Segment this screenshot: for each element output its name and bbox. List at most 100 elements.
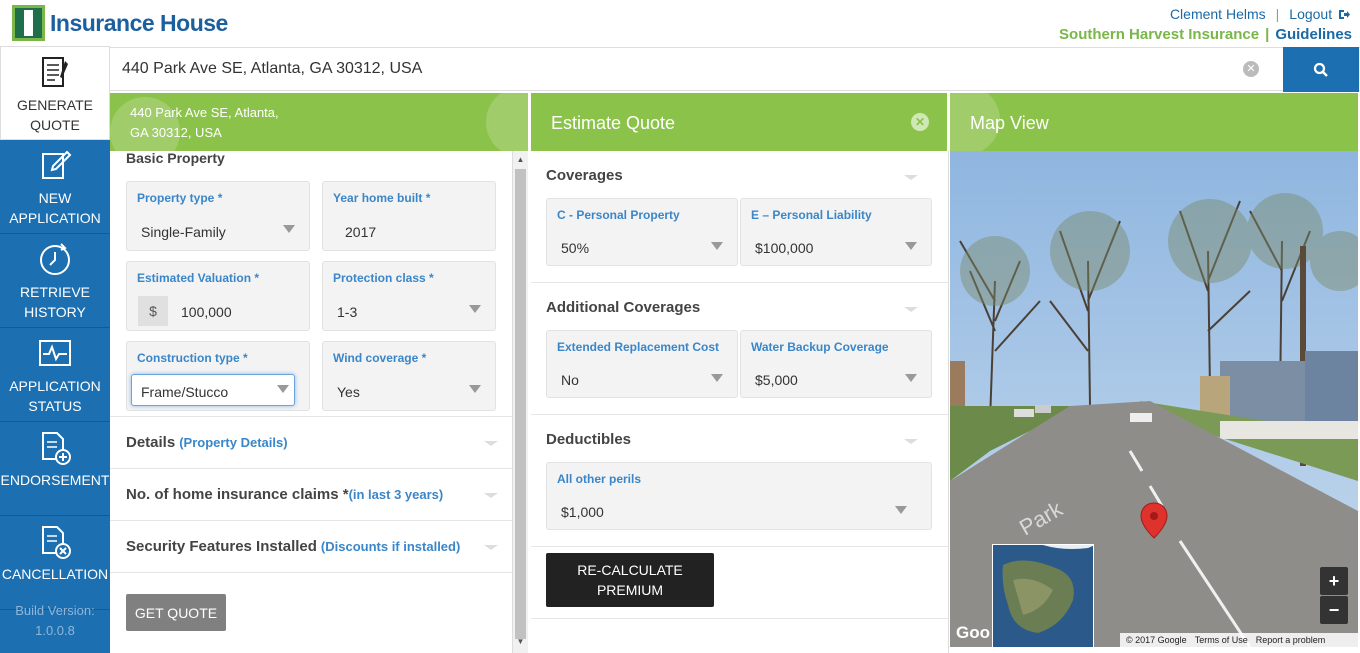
close-icon[interactable]: ✕ <box>911 113 929 131</box>
field-value: No <box>561 372 579 388</box>
build-version-label: Build Version: <box>15 603 95 618</box>
sidebar-item-retrieve-history[interactable]: RETRIEVE HISTORY <box>0 234 110 328</box>
sidebar-item-new-application[interactable]: NEW APPLICATION <box>0 140 110 234</box>
deductibles-section: Deductibles All other perils $1,000 <box>531 415 948 547</box>
chevron-down-icon[interactable] <box>904 175 918 180</box>
coverages-section: Coverages C - Personal Property 50% E – … <box>531 151 948 283</box>
field-value: Single-Family <box>141 224 226 240</box>
protection-class-select[interactable]: Protection class * 1-3 <box>322 261 496 331</box>
sidebar-item-label: HISTORY <box>24 304 86 320</box>
additional-coverages-fields: Extended Replacement Cost No Water Backu… <box>546 330 948 398</box>
zoom-out-button[interactable]: − <box>1320 596 1348 624</box>
sidebar-item-label: QUOTE <box>30 117 80 133</box>
address-search-bar: ✕ <box>110 47 1360 92</box>
zoom-in-button[interactable]: + <box>1320 567 1348 595</box>
chevron-down-icon[interactable] <box>904 439 918 444</box>
accordion-subtitle: (Property Details) <box>179 435 288 450</box>
scroll-up-icon[interactable]: ▲ <box>515 153 526 167</box>
address-line-1: 440 Park Ave SE, Atlanta, <box>130 105 279 120</box>
personal-property-select[interactable]: C - Personal Property 50% <box>546 198 738 266</box>
field-value: $5,000 <box>755 372 798 388</box>
guidelines-link[interactable]: Guidelines <box>1275 26 1352 43</box>
basic-property-fields: Property type * Single-Family Year home … <box>110 181 528 411</box>
divider: | <box>1275 6 1280 22</box>
field-label: Year home built * <box>333 191 431 205</box>
sidebar-item-generate-quote[interactable]: GENERATE QUOTE <box>0 46 110 140</box>
search-button[interactable] <box>1283 47 1359 92</box>
chevron-down-icon <box>711 242 723 250</box>
user-name-link[interactable]: Clement Helms <box>1170 6 1266 22</box>
minimap[interactable] <box>992 544 1094 647</box>
street-view-map[interactable]: Park Goo + − © 2017 Google Terms of Use … <box>950 151 1358 647</box>
field-label: Wind coverage * <box>333 351 427 365</box>
water-backup-select[interactable]: Water Backup Coverage $5,000 <box>740 330 932 398</box>
scroll-down-icon[interactable]: ▼ <box>515 635 526 649</box>
company-name[interactable]: Southern Harvest Insurance <box>1059 26 1259 43</box>
user-links: Clement Helms | Logout <box>1170 6 1350 22</box>
edit-document-icon <box>42 150 72 179</box>
field-value: Frame/Stucco <box>141 384 229 400</box>
sidebar-item-label: APPLICATION <box>9 378 101 394</box>
property-type-select[interactable]: Property type * Single-Family <box>126 181 310 251</box>
all-other-perils-select[interactable]: All other perils $1,000 <box>546 462 932 530</box>
terms-link[interactable]: Terms of Use <box>1195 633 1248 647</box>
address-search-input[interactable] <box>110 48 1282 90</box>
button-label: RE-CALCULATE <box>577 562 683 578</box>
status-monitor-icon <box>39 340 71 366</box>
accordion-subtitle: (in last 3 years) <box>348 487 444 502</box>
accordion-details[interactable]: Details (Property Details) <box>110 417 528 469</box>
sidebar-item-cancellation[interactable]: CANCELLATION <box>0 516 110 610</box>
chevron-down-icon <box>484 493 498 498</box>
clear-search-icon[interactable]: ✕ <box>1243 61 1259 77</box>
deductibles-title: Deductibles <box>546 431 632 448</box>
scrollbar[interactable]: ▲ ▼ <box>512 151 528 653</box>
search-icon <box>1313 62 1328 77</box>
recalculate-premium-button[interactable]: RE-CALCULATE PREMIUM <box>546 553 714 607</box>
year-built-input[interactable]: Year home built * 2017 <box>322 181 496 251</box>
report-problem-link[interactable]: Report a problem <box>1256 633 1326 647</box>
basic-property-title: Basic Property <box>126 151 225 166</box>
sidebar-item-endorsement[interactable]: ENDORSEMENT <box>0 422 110 516</box>
field-label: Estimated Valuation * <box>137 271 260 285</box>
get-quote-button[interactable]: GET QUOTE <box>126 594 226 631</box>
accordion-title: Details <box>126 434 176 451</box>
accordion-claims[interactable]: No. of home insurance claims * (in last 3… <box>110 469 528 521</box>
document-add-icon <box>42 432 71 465</box>
field-label: Protection class * <box>333 271 434 285</box>
button-label: PREMIUM <box>596 582 664 598</box>
globe-image <box>993 545 1093 647</box>
document-cancel-icon <box>42 526 71 559</box>
chevron-down-icon[interactable] <box>904 307 918 312</box>
accordion-security-features[interactable]: Security Features Installed (Discounts if… <box>110 521 528 573</box>
field-value: 2017 <box>345 224 377 240</box>
map-view-header: Map View <box>950 93 1358 151</box>
additional-coverages-section: Additional Coverages Extended Replacemen… <box>531 283 948 415</box>
company-links: Southern Harvest Insurance | Guidelines <box>1059 26 1352 43</box>
field-label: Extended Replacement Cost <box>557 340 720 354</box>
extended-replacement-select[interactable]: Extended Replacement Cost No <box>546 330 738 398</box>
sidebar-item-label: APPLICATION <box>9 210 101 226</box>
valuation-input[interactable]: Estimated Valuation * $ 100,000 <box>126 261 310 331</box>
accordion-subtitle: (Discounts if installed) <box>320 539 461 554</box>
logo-mark-icon <box>12 5 45 41</box>
personal-liability-select[interactable]: E – Personal Liability $100,000 <box>740 198 932 266</box>
divider: | <box>1265 26 1270 43</box>
sidebar-item-application-status[interactable]: APPLICATION STATUS <box>0 328 110 422</box>
logout-link[interactable]: Logout <box>1289 6 1332 22</box>
recalculate-wrap: RE-CALCULATE PREMIUM <box>531 553 948 619</box>
wind-coverage-select[interactable]: Wind coverage * Yes <box>322 341 496 411</box>
app-logo[interactable]: Insurance House <box>12 5 228 41</box>
field-label: Property type * <box>137 191 223 205</box>
logout-icon[interactable] <box>1338 9 1350 20</box>
map-copyright: © 2017 Google <box>1126 635 1187 645</box>
scrollbar-thumb[interactable] <box>515 169 526 639</box>
construction-type-select[interactable]: Construction type * Frame/Stucco <box>126 341 310 411</box>
sidebar: GENERATE QUOTE NEW APPLICATION RETRIEVE … <box>0 46 110 653</box>
address-line-2: GA 30312, USA <box>130 125 222 140</box>
sidebar-item-label: NEW <box>38 190 72 206</box>
coverages-fields: C - Personal Property 50% E – Personal L… <box>546 198 948 266</box>
field-value: Yes <box>337 384 360 400</box>
chevron-down-icon <box>484 441 498 446</box>
chevron-down-icon <box>484 545 498 550</box>
accordion-title: No. of home insurance claims * <box>126 486 349 503</box>
